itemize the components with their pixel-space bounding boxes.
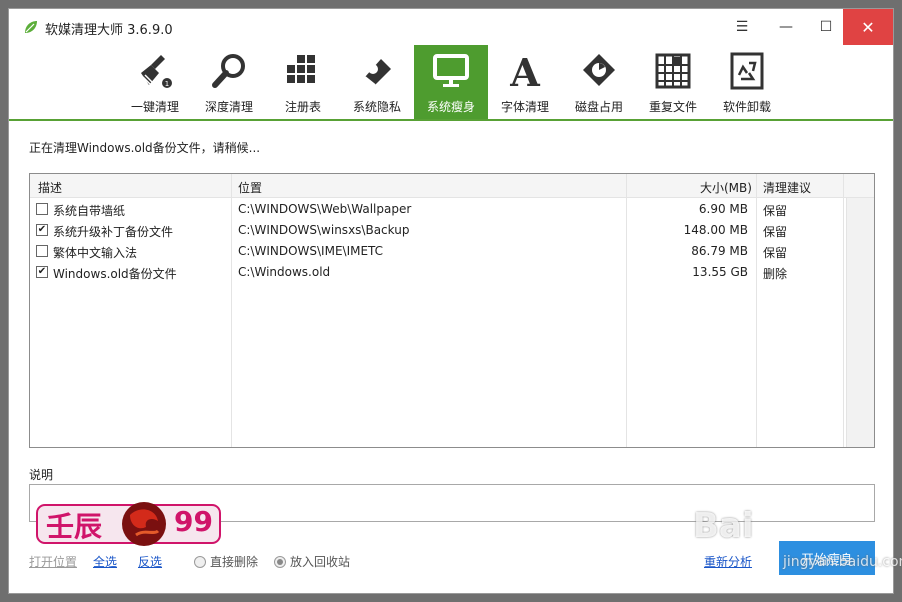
- tool-label: 系统隐私: [352, 100, 401, 114]
- select-all-link[interactable]: 全选: [93, 553, 117, 570]
- duplicate-grid-icon: [655, 53, 691, 89]
- baidu-logo-text: Bai: [693, 506, 754, 546]
- tool-system-slim[interactable]: 系统瘦身: [414, 45, 488, 119]
- main-toolbar: 1 一键清理 深度清理 注册表 系统隐私 系统瘦身 A 字体清理 磁盘占用 重复…: [9, 45, 893, 121]
- radio-label: 放入回收站: [290, 555, 351, 569]
- tool-disk-usage[interactable]: 磁盘占用: [562, 45, 636, 119]
- disk-pie-icon: [583, 54, 615, 86]
- radio-dot: [274, 556, 286, 568]
- magnifier-icon: [212, 54, 245, 88]
- svg-text:1: 1: [165, 80, 169, 88]
- row-desc: 繁体中文输入法: [53, 246, 138, 260]
- tool-privacy[interactable]: 系统隐私: [340, 45, 414, 119]
- row-size: 148.00 MB: [683, 223, 748, 237]
- font-a-icon: A: [509, 51, 540, 91]
- row-desc: 系统升级补丁备份文件: [53, 225, 174, 239]
- menu-button[interactable]: ☰: [721, 9, 763, 45]
- tool-uninstall[interactable]: 软件卸载: [710, 45, 784, 119]
- app-leaf-icon: [25, 21, 37, 33]
- watermark-number: 99: [174, 505, 213, 538]
- tool-label: 重复文件: [648, 100, 697, 114]
- row-checkbox[interactable]: [36, 245, 48, 257]
- radio-label: 直接删除: [210, 555, 259, 569]
- recycle-radio[interactable]: 放入回收站: [274, 553, 350, 570]
- file-table: 描述 位置 大小(MB) 清理建议 系统自带墙纸 C:\WINDOWS\Web\…: [29, 173, 875, 448]
- radio-dot: [194, 556, 206, 568]
- row-advice: 保留: [763, 204, 788, 218]
- direct-delete-radio[interactable]: 直接删除: [194, 553, 258, 570]
- status-text: 正在清理Windows.old备份文件，请稍候...: [29, 141, 261, 155]
- tool-label: 软件卸载: [722, 100, 771, 114]
- baidu-url-text: jingyan.baidu.com: [783, 554, 902, 570]
- eraser-icon: [364, 59, 391, 86]
- row-advice: 删除: [763, 267, 788, 281]
- row-checkbox[interactable]: ✔: [36, 224, 48, 236]
- row-size: 86.79 MB: [691, 244, 748, 258]
- tool-registry[interactable]: 注册表: [266, 45, 340, 119]
- tool-one-click-clean[interactable]: 1 一键清理: [118, 45, 192, 119]
- tool-deep-clean[interactable]: 深度清理: [192, 45, 266, 119]
- header-size[interactable]: 大小(MB): [700, 179, 752, 196]
- table-header: 描述 位置 大小(MB) 清理建议: [30, 174, 874, 198]
- row-desc: Windows.old备份文件: [53, 267, 177, 281]
- baidu-watermark: Bai jingyan.baidu.com: [693, 506, 902, 586]
- row-checkbox[interactable]: [36, 203, 48, 215]
- row-location: C:\Windows.old: [238, 265, 331, 279]
- header-advice[interactable]: 清理建议: [763, 179, 811, 196]
- svg-text:A: A: [509, 51, 540, 91]
- row-location: C:\WINDOWS\winsxs\Backup: [238, 223, 410, 237]
- monitor-icon: [433, 54, 469, 87]
- tool-label: 系统瘦身: [426, 100, 475, 114]
- table-row[interactable]: 系统自带墙纸 C:\WINDOWS\Web\Wallpaper 6.90 MB …: [30, 199, 874, 220]
- row-location: C:\WINDOWS\IME\IMETC: [238, 244, 384, 258]
- watermark-stamp: 壬辰 99: [36, 501, 221, 547]
- row-advice: 保留: [763, 225, 788, 239]
- table-row[interactable]: ✔ Windows.old备份文件 C:\Windows.old 13.55 G…: [30, 262, 874, 283]
- tool-label: 注册表: [284, 100, 321, 114]
- broom-icon: 1: [141, 55, 172, 88]
- app-title: 软媒清理大师 3.6.9.0: [45, 23, 173, 38]
- tool-label: 字体清理: [500, 100, 549, 114]
- row-size: 6.90 MB: [698, 202, 748, 216]
- row-location: C:\WINDOWS\Web\Wallpaper: [238, 202, 412, 216]
- header-location[interactable]: 位置: [238, 179, 262, 196]
- header-desc[interactable]: 描述: [38, 179, 62, 196]
- invert-select-link[interactable]: 反选: [138, 553, 162, 570]
- app-window: 软媒清理大师 3.6.9.0 ☰ — ☐ ✕ 1 一键清理 深度清理 注册表 系…: [8, 8, 902, 594]
- row-advice: 保留: [763, 246, 788, 260]
- row-checkbox[interactable]: ✔: [36, 266, 48, 278]
- registry-blocks-icon: [287, 55, 315, 83]
- close-button[interactable]: ✕: [843, 9, 893, 45]
- tool-duplicate-files[interactable]: 重复文件: [636, 45, 710, 119]
- table-row[interactable]: 繁体中文输入法 C:\WINDOWS\IME\IMETC 86.79 MB 保留: [30, 241, 874, 262]
- recycle-bin-icon: [730, 52, 764, 90]
- tool-label: 深度清理: [204, 100, 253, 114]
- row-desc: 系统自带墙纸: [53, 204, 126, 218]
- row-size: 13.55 GB: [692, 265, 748, 279]
- tool-label: 磁盘占用: [574, 100, 623, 114]
- watermark-chars: 壬辰: [46, 510, 103, 543]
- table-row[interactable]: ✔ 系统升级补丁备份文件 C:\WINDOWS\winsxs\Backup 14…: [30, 220, 874, 241]
- tool-label: 一键清理: [130, 100, 179, 114]
- description-label: 说明: [29, 468, 54, 482]
- table-scrollbar[interactable]: [846, 198, 874, 447]
- open-location-link[interactable]: 打开位置: [29, 553, 77, 570]
- tool-font-clean[interactable]: A 字体清理: [488, 45, 562, 119]
- minimize-button[interactable]: —: [765, 9, 807, 45]
- title-bar[interactable]: 软媒清理大师 3.6.9.0 ☰ — ☐ ✕: [9, 9, 893, 45]
- maximize-button[interactable]: ☐: [805, 9, 847, 45]
